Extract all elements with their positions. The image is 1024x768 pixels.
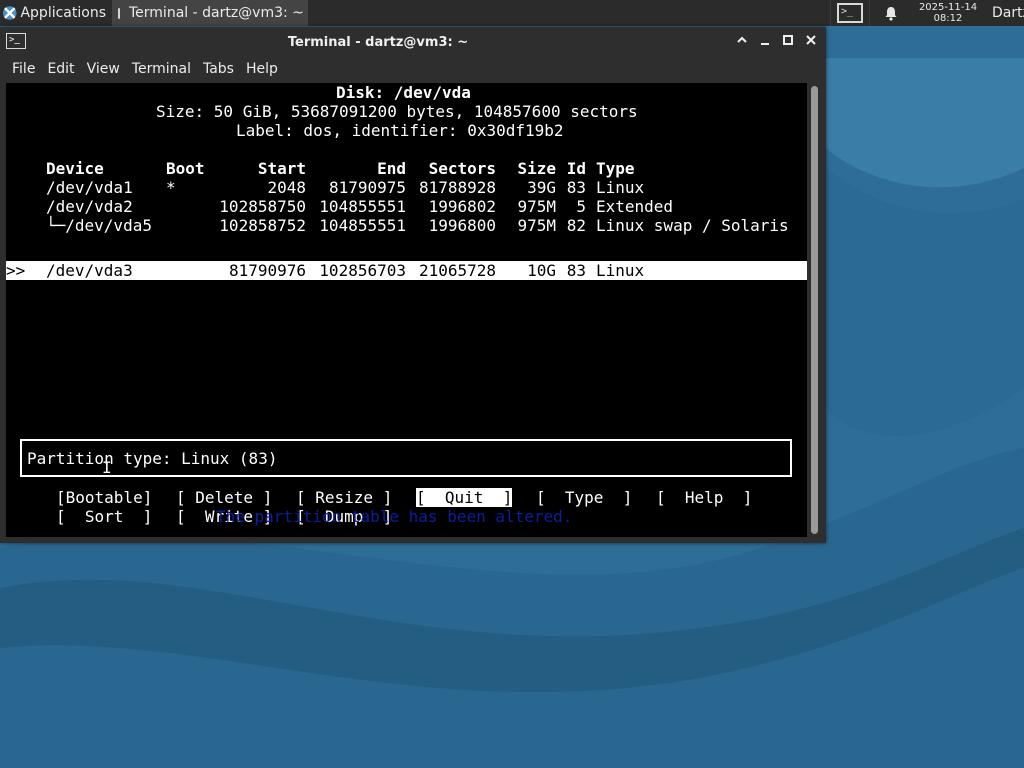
terminal-screen[interactable]: Disk: /dev/vda Size: 50 GiB, 53687091200… — [6, 83, 807, 537]
partition-sectors: 1996802 — [428, 197, 496, 216]
terminal-window: >_ Terminal - dartz@vm3: ~ File Edit Vie… — [0, 27, 826, 543]
partition-size: 975M — [517, 216, 556, 235]
delete-button[interactable]: [ Delete ] — [176, 488, 272, 507]
header-type: Type — [596, 159, 635, 178]
selected-partition-row[interactable]: >> /dev/vda3 81790976 102856703 21065728… — [6, 261, 807, 280]
partition-start: 81790976 — [228, 261, 306, 280]
partition-device: /dev/vda3 — [46, 261, 133, 280]
close-icon — [806, 35, 816, 45]
type-button[interactable]: [ Type ] — [536, 488, 632, 507]
partition-end: 102856703 — [319, 261, 406, 280]
partition-end: 104855551 — [319, 216, 406, 235]
applications-label: Applications — [20, 5, 106, 21]
terminal-icon — [118, 7, 120, 19]
menu-terminal[interactable]: Terminal — [126, 61, 197, 77]
user-name: Dartz — [992, 5, 1024, 21]
partition-sectors: 1996800 — [428, 216, 496, 235]
partition-sectors: 81788928 — [418, 178, 496, 197]
disk-heading: Disk: /dev/vda — [336, 83, 471, 102]
partition-size: 39G — [527, 178, 556, 197]
taskbar-terminal-item[interactable]: Terminal - dartz@vm3: ~ — [112, 0, 308, 26]
applications-menu-button[interactable]: Applications — [0, 0, 112, 26]
terminal-scrollbar[interactable] — [808, 83, 822, 537]
chevron-up-icon — [737, 36, 747, 43]
user-menu-button[interactable]: Dartz — [984, 0, 1024, 26]
window-title: Terminal - dartz@vm3: ~ — [287, 35, 469, 50]
partition-size: 10G — [527, 261, 556, 280]
header-size: Size — [517, 159, 556, 178]
partition-id: 5 — [576, 197, 586, 216]
text-cursor-icon: I — [102, 458, 112, 477]
partition-type: Linux swap / Solaris — [596, 216, 789, 235]
menu-edit[interactable]: Edit — [41, 61, 80, 77]
partition-id: 83 — [566, 178, 586, 197]
window-titlebar[interactable]: >_ Terminal - dartz@vm3: ~ — [0, 27, 826, 57]
header-sectors: Sectors — [428, 159, 496, 178]
partition-type: Linux — [596, 178, 645, 197]
help-button[interactable]: [ Help ] — [656, 488, 752, 507]
menu-view[interactable]: View — [81, 61, 126, 77]
partition-sectors: 21065728 — [418, 261, 496, 280]
notifications-button[interactable] — [870, 0, 912, 26]
partition-id: 83 — [566, 261, 586, 280]
header-device: Device — [46, 159, 104, 178]
panel-clock[interactable]: 2025-11-14 08:12 — [912, 0, 984, 26]
partition-device[interactable]: /dev/vda2 — [46, 197, 133, 216]
maximize-button[interactable] — [779, 33, 797, 51]
taskbar-terminal-title: Terminal - dartz@vm3: ~ — [129, 5, 304, 21]
xfce-logo-icon — [2, 6, 17, 20]
partition-info-box: Partition type: Linux (83) — [20, 439, 792, 477]
partition-start: 102858750 — [219, 197, 306, 216]
selection-marker: >> — [6, 261, 26, 280]
maximize-icon — [783, 35, 793, 45]
status-message: The partition table has been altered. — [216, 507, 573, 526]
menu-file[interactable]: File — [6, 61, 41, 77]
minimize-icon — [761, 43, 769, 45]
clock-date: 2025-11-14 — [918, 2, 978, 13]
partition-end: 104855551 — [319, 197, 406, 216]
top-panel: Applications Terminal - dartz@vm3: ~ >_ … — [0, 0, 1024, 26]
header-end: End — [377, 159, 406, 178]
disk-size-line: Size: 50 GiB, 53687091200 bytes, 1048576… — [156, 102, 638, 121]
partition-type: Linux — [596, 261, 645, 280]
quit-button[interactable]: [ Quit ] — [416, 488, 513, 507]
bootable-button[interactable]: [Bootable] — [56, 488, 152, 507]
partition-info-text: Partition type: Linux (83) — [27, 449, 278, 468]
bell-icon — [885, 6, 897, 21]
partition-device[interactable]: /dev/vda1 — [46, 178, 133, 197]
header-start: Start — [257, 159, 306, 178]
partition-boot-flag: * — [166, 178, 176, 197]
shade-button[interactable] — [733, 33, 751, 51]
partition-start: 2048 — [267, 178, 306, 197]
partition-id: 82 — [566, 216, 586, 235]
clock-time: 08:12 — [933, 13, 963, 24]
sort-button[interactable]: [ Sort ] — [56, 507, 152, 526]
partition-end: 81790975 — [328, 178, 406, 197]
minimize-button[interactable] — [756, 33, 774, 51]
terminal-menubar: File Edit View Terminal Tabs Help — [0, 57, 826, 81]
close-button[interactable] — [802, 33, 820, 51]
menu-tabs[interactable]: Tabs — [197, 61, 240, 77]
header-id: Id — [566, 159, 586, 178]
partition-type: Extended — [596, 197, 674, 216]
terminal-launcher-button[interactable]: >_ — [830, 0, 870, 26]
resize-button[interactable]: [ Resize ] — [296, 488, 392, 507]
header-boot: Boot — [166, 159, 205, 178]
disk-label-line: Label: dos, identifier: 0x30df19b2 — [236, 121, 564, 140]
partition-size: 975M — [517, 197, 556, 216]
scrollbar-thumb[interactable] — [811, 86, 818, 534]
menu-help[interactable]: Help — [240, 61, 284, 77]
terminal-launcher-icon: >_ — [837, 3, 863, 23]
partition-start: 102858752 — [219, 216, 306, 235]
partition-device[interactable]: └─/dev/vda5 — [46, 216, 152, 235]
